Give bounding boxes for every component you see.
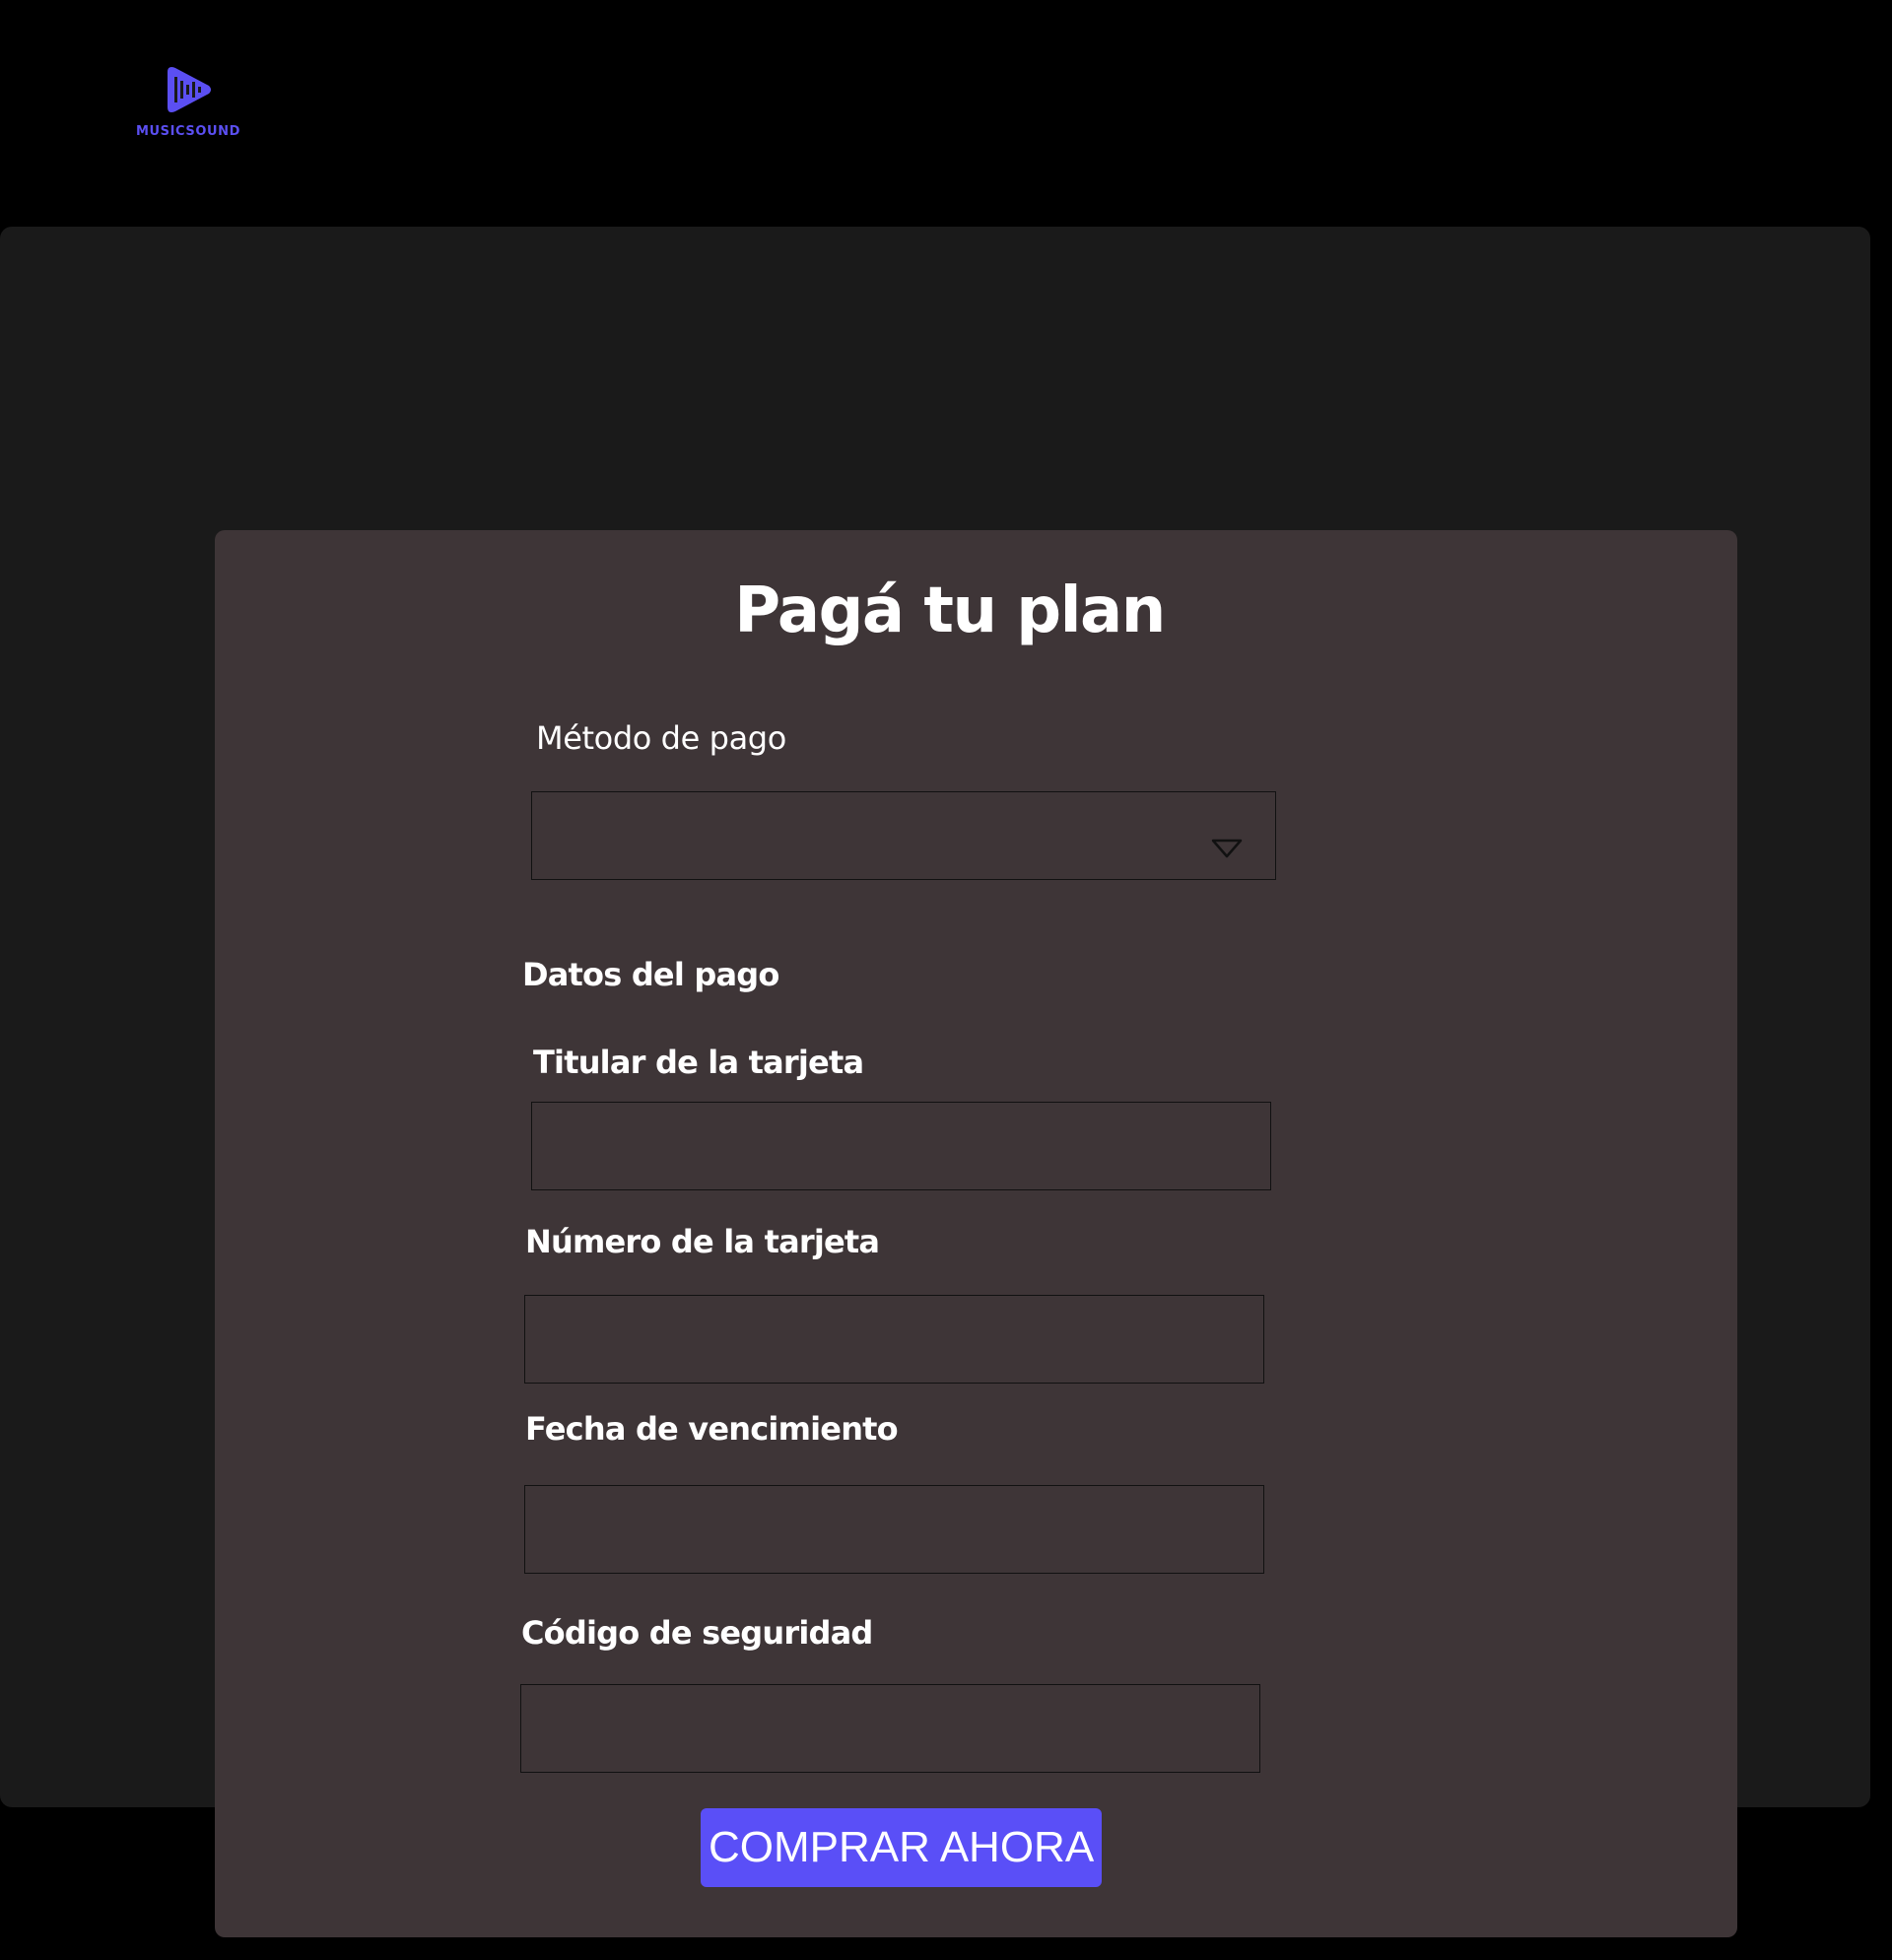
cardholder-label: Titular de la tarjeta (533, 1044, 864, 1081)
play-soundwave-icon (168, 67, 211, 112)
cardholder-input[interactable] (532, 1103, 1270, 1189)
buy-now-button[interactable]: COMPRAR AHORA (701, 1808, 1102, 1887)
payment-card: Pagá tu plan Método de pago Datos del pa… (215, 530, 1737, 1937)
content-panel: Pagá tu plan Método de pago Datos del pa… (0, 227, 1870, 1937)
security-code-field[interactable] (520, 1684, 1260, 1773)
security-code-label: Código de seguridad (521, 1614, 873, 1652)
page-title: Pagá tu plan (734, 574, 1166, 647)
security-code-input[interactable] (521, 1685, 1259, 1772)
card-number-input[interactable] (525, 1296, 1263, 1383)
payment-method-label: Método de pago (536, 719, 786, 757)
payment-method-select[interactable] (531, 791, 1276, 880)
cardholder-field[interactable] (531, 1102, 1271, 1190)
brand-name: MUSICSOUND (135, 124, 241, 139)
expiry-date-field[interactable] (524, 1485, 1264, 1574)
brand-logo[interactable]: MUSICSOUND (126, 57, 250, 146)
payment-details-heading: Datos del pago (522, 956, 779, 993)
card-number-field[interactable] (524, 1295, 1264, 1384)
expiry-date-label: Fecha de vencimiento (525, 1410, 899, 1448)
expiry-date-input[interactable] (525, 1486, 1263, 1573)
chevron-down-icon (1211, 839, 1243, 858)
card-number-label: Número de la tarjeta (525, 1223, 880, 1260)
